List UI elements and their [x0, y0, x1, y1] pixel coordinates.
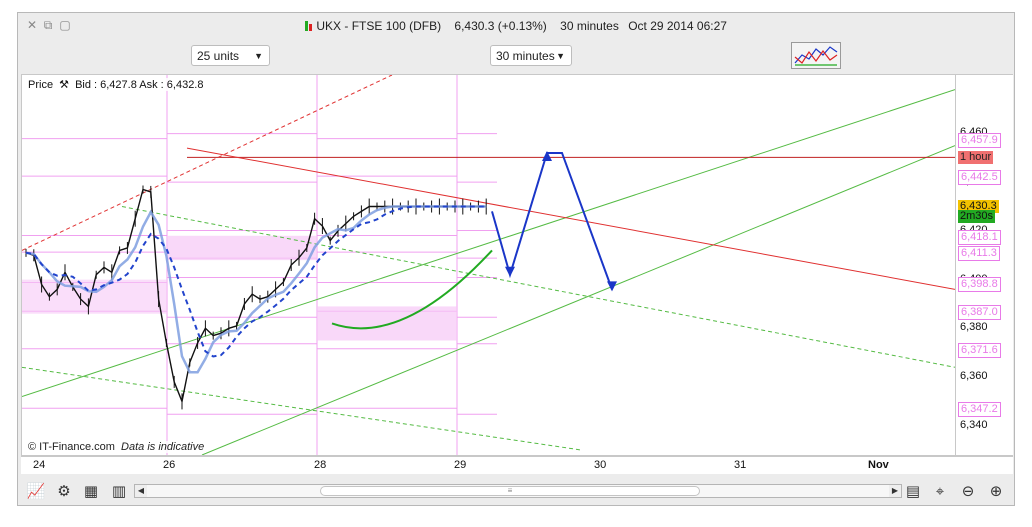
chevron-down-icon: ▼ — [556, 51, 565, 61]
interval-select-value: 30 minutes — [496, 49, 555, 63]
pivot-level-label: 6,442.5 — [958, 170, 1001, 186]
x-tick-label: 29 — [454, 459, 467, 471]
quote-text: 6,430.3 (+0.13%) — [454, 19, 547, 33]
indicator-icon[interactable]: ⚙ — [54, 481, 74, 501]
zoom-fit-icon[interactable]: ⌖ — [930, 481, 950, 501]
x-tick-label: 24 — [33, 459, 46, 471]
y-tick-label: 6,340 — [960, 418, 988, 431]
candle-icon — [305, 21, 309, 31]
bars-icon[interactable]: ▤ — [903, 481, 923, 501]
grid-icon[interactable]: ▥ — [109, 481, 129, 501]
projection-arrowhead — [505, 266, 515, 277]
projection-arrowhead — [607, 281, 617, 292]
title-bar: ✕ ⧉ ▢ UKX - FTSE 100 (DFB) 6,430.3 (+0.1… — [18, 13, 1014, 41]
credit-source: © IT-Finance.com — [28, 441, 115, 453]
pivot-level-label: 6,371.6 — [958, 342, 1001, 358]
zoom-in-icon[interactable]: ⊕ — [986, 481, 1006, 501]
wrench-icon[interactable]: ⚒ — [59, 79, 69, 91]
pivot-zone — [22, 279, 167, 314]
timer-box: 2m30s — [958, 210, 996, 224]
pivot-level-label: 6,411.3 — [958, 246, 1000, 262]
pivot-level-label: 6,398.8 — [958, 276, 1001, 292]
pivot-zone — [317, 306, 457, 341]
hour-box: 1 hour — [958, 151, 994, 165]
interval-select[interactable]: 30 minutes ▼ — [490, 45, 572, 66]
chart-window: ✕ ⧉ ▢ UKX - FTSE 100 (DFB) 6,430.3 (+0.1… — [17, 12, 1015, 506]
window-title: UKX - FTSE 100 (DFB) 6,430.3 (+0.13%) 30… — [18, 19, 1014, 33]
channel-dashed-line — [121, 206, 955, 368]
x-tick-label: 26 — [163, 459, 176, 471]
legend-price-label: Price — [28, 79, 54, 91]
calculator-icon[interactable]: ▦ — [81, 481, 101, 501]
y-tick-label: 6,360 — [960, 370, 988, 383]
pivot-level-label: 6,457.9 — [958, 132, 1001, 148]
chart-legend: Price ⚒ Bid : 6,427.8 Ask : 6,432.8 — [26, 78, 206, 91]
chart-credit: © IT-Finance.com Data is indicative — [26, 441, 207, 453]
scroll-right-icon[interactable]: ▶ — [889, 485, 901, 497]
y-tick-label: 6,380 — [960, 321, 988, 334]
x-tick-label: 31 — [734, 459, 747, 471]
x-tick-label: Nov — [868, 459, 889, 471]
resistance-dashed-line — [22, 75, 393, 251]
chart-plot-area[interactable]: Price ⚒ Bid : 6,427.8 Ask : 6,432.8 © IT… — [21, 74, 956, 456]
interval-text: 30 minutes — [560, 19, 619, 33]
pivot-level-label: 6,347.2 — [958, 402, 1001, 418]
units-select[interactable]: 25 units ▼ — [191, 45, 270, 66]
pivot-level-label: 6,418.1 — [958, 229, 1001, 245]
pivot-level-label: 6,387.0 — [958, 305, 1001, 321]
credit-note: Data is indicative — [121, 441, 205, 453]
x-axis: 24 26 28 29 30 31 Nov — [21, 456, 1013, 474]
time-scrollbar[interactable]: ◀ ≡ ▶ — [134, 484, 902, 498]
units-select-value: 25 units — [197, 49, 240, 63]
drawing-tools-glyph — [794, 46, 838, 66]
scroll-thumb[interactable]: ≡ — [320, 486, 700, 496]
chart-svg — [22, 75, 955, 455]
candle-icon-red — [309, 24, 313, 31]
scroll-left-icon[interactable]: ◀ — [135, 485, 147, 497]
drawing-tools-icon[interactable] — [791, 42, 841, 69]
datetime-text: Oct 29 2014 06:27 — [628, 19, 727, 33]
chart-tool-icon[interactable]: 📈 — [26, 481, 46, 501]
y-axis: 6,4606,4406,4206,4006,3806,3606,3406,457… — [956, 74, 1013, 456]
x-tick-label: 28 — [314, 459, 327, 471]
zoom-out-icon[interactable]: ⊖ — [958, 481, 978, 501]
chevron-down-icon: ▼ — [254, 51, 263, 61]
instrument-name: UKX - FTSE 100 (DFB) — [316, 19, 442, 33]
x-tick-label: 30 — [594, 459, 607, 471]
bottom-toolbar: 📈 ⚙ ▦ ▥ ◀ ≡ ▶ ▤ ⌖ ⊖ ⊕ — [18, 476, 1014, 506]
legend-bid-ask: Bid : 6,427.8 Ask : 6,432.8 — [75, 79, 204, 91]
